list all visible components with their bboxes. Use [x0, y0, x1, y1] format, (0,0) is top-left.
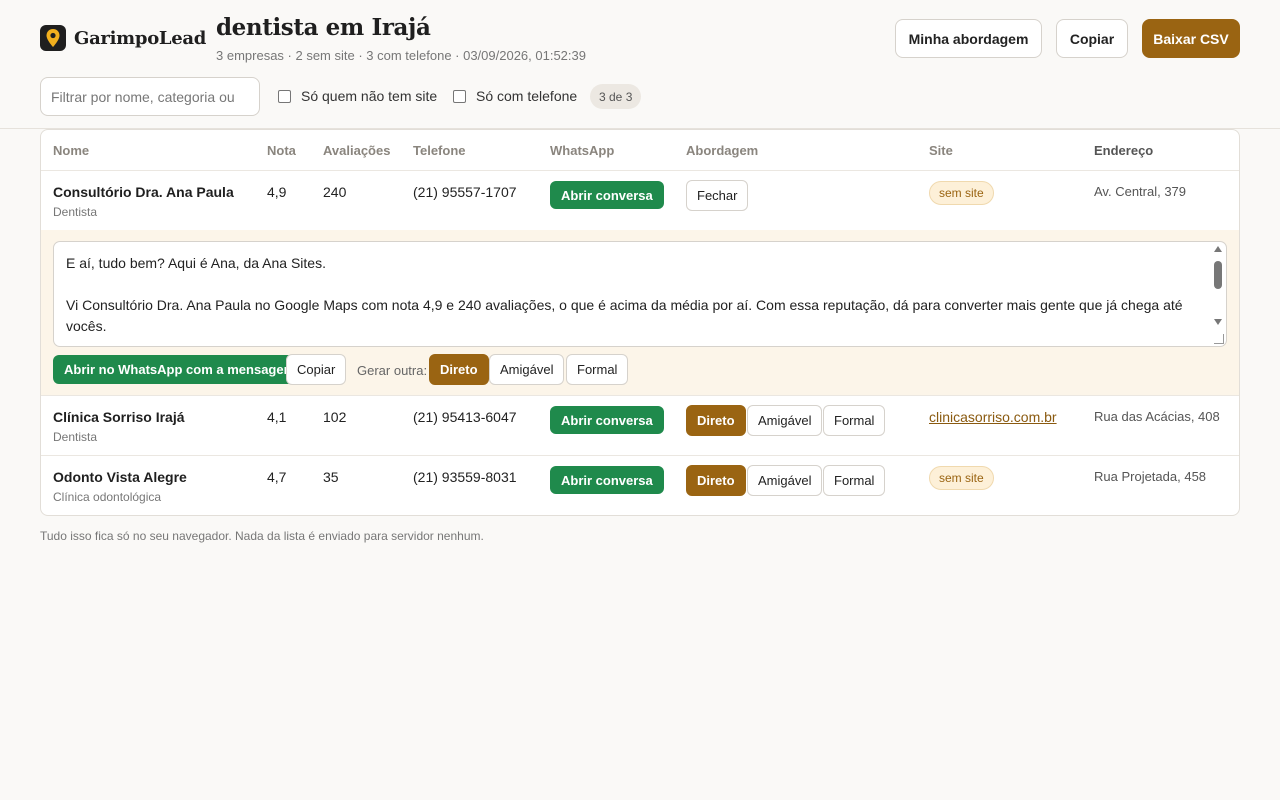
no-site-checkbox[interactable] [278, 89, 291, 103]
address: Rua das Acácias, 408 [1094, 409, 1220, 424]
col-header-site[interactable]: Site [929, 143, 953, 158]
col-header-phone[interactable]: Telefone [413, 143, 466, 158]
phone-filter[interactable]: Só com telefone [453, 88, 577, 104]
no-site-badge: sem site [929, 466, 994, 490]
my-approach-button[interactable]: Minha abordagem [895, 19, 1042, 58]
header-divider [41, 170, 1239, 171]
message-line-body: Vi Consultório Dra. Ana Paula no Google … [66, 297, 1183, 334]
row-divider [41, 395, 1239, 396]
filter-input[interactable] [40, 77, 260, 116]
scroll-thumb[interactable] [1214, 261, 1222, 289]
no-site-filter[interactable]: Só quem não tem site [278, 88, 437, 104]
map-pin-icon [40, 25, 66, 51]
review-count: 240 [323, 184, 347, 200]
message-line-greeting: E aí, tudo bem? Aqui é Ana, da Ana Sites… [66, 255, 326, 271]
col-header-address[interactable]: Endereço [1094, 143, 1153, 158]
open-chat-button[interactable]: Abrir conversa [550, 406, 664, 434]
col-header-reviews[interactable]: Avaliações [323, 143, 390, 158]
col-header-rating[interactable]: Nota [267, 143, 296, 158]
privacy-note: Tudo isso fica só no seu navegador. Nada… [40, 529, 484, 543]
message-scrollbar[interactable] [1210, 242, 1226, 346]
scroll-down-arrow-icon[interactable] [1214, 319, 1222, 325]
company-name: Odonto Vista Alegre [53, 469, 187, 485]
tone-direct-button[interactable]: Direto [686, 405, 746, 436]
company-category: Dentista [53, 205, 98, 219]
open-whatsapp-with-message-button[interactable]: Abrir no WhatsApp com a mensagem [53, 355, 307, 384]
row-divider [41, 455, 1239, 456]
download-csv-button[interactable]: Baixar CSV [1142, 19, 1240, 58]
open-chat-button[interactable]: Abrir conversa [550, 181, 664, 209]
phone-label: Só com telefone [476, 88, 578, 104]
rating: 4,9 [267, 184, 287, 200]
website-link[interactable]: clinicasorriso.com.br [929, 409, 1057, 425]
open-chat-button[interactable]: Abrir conversa [550, 466, 664, 494]
tone-friendly-button[interactable]: Amigável [747, 465, 823, 496]
no-site-label: Só quem não tem site [301, 88, 438, 104]
close-approach-button[interactable]: Fechar [686, 180, 749, 211]
review-count: 102 [323, 409, 347, 425]
phone-checkbox[interactable] [453, 89, 466, 103]
brand-name: GarimpoLead [74, 28, 207, 49]
scroll-up-arrow-icon[interactable] [1214, 246, 1222, 252]
address: Rua Projetada, 458 [1094, 469, 1207, 484]
phone: (21) 93559-8031 [413, 469, 517, 485]
tone-formal-button[interactable]: Formal [566, 354, 629, 385]
tone-formal-button[interactable]: Formal [823, 405, 886, 436]
phone: (21) 95557-1707 [413, 184, 517, 200]
company-name: Clínica Sorriso Irajá [53, 409, 185, 425]
col-header-whatsapp[interactable]: WhatsApp [550, 143, 614, 158]
rating: 4,7 [267, 469, 287, 485]
page-title: dentista em Irajá [216, 14, 431, 41]
app-header: GarimpoLead dentista em Irajá 3 empresas… [0, 0, 1280, 129]
copy-message-button[interactable]: Copiar [286, 354, 347, 385]
resize-handle-icon[interactable] [1214, 334, 1224, 344]
rating: 4,1 [267, 409, 287, 425]
tone-formal-button[interactable]: Formal [823, 465, 886, 496]
message-text[interactable]: E aí, tudo bem? Aqui é Ana, da Ana Sites… [66, 253, 1196, 337]
result-count-badge: 3 de 3 [590, 84, 642, 109]
col-header-approach[interactable]: Abordagem [686, 143, 758, 158]
company-category: Dentista [53, 430, 98, 444]
company-name: Consultório Dra. Ana Paula [53, 184, 234, 200]
message-textarea[interactable]: E aí, tudo bem? Aqui é Ana, da Ana Sites… [53, 241, 1227, 347]
review-count: 35 [323, 469, 339, 485]
company-category: Clínica odontológica [53, 490, 162, 504]
col-header-name[interactable]: Nome [53, 143, 89, 158]
tone-friendly-button[interactable]: Amigável [489, 354, 565, 385]
leads-table: Nome Nota Avaliações Telefone WhatsApp A… [40, 129, 1240, 516]
approach-panel: E aí, tudo bem? Aqui é Ana, da Ana Sites… [41, 230, 1239, 395]
generate-another-label: Gerar outra: [357, 363, 428, 378]
tone-friendly-button[interactable]: Amigável [747, 405, 823, 436]
phone: (21) 95413-6047 [413, 409, 517, 425]
search-summary: 3 empresas · 2 sem site · 3 com telefone… [216, 48, 586, 63]
no-site-badge: sem site [929, 181, 994, 205]
address: Av. Central, 379 [1094, 184, 1187, 199]
tone-direct-button[interactable]: Direto [429, 354, 489, 385]
tone-direct-button[interactable]: Direto [686, 465, 746, 496]
copy-list-button[interactable]: Copiar [1056, 19, 1128, 58]
